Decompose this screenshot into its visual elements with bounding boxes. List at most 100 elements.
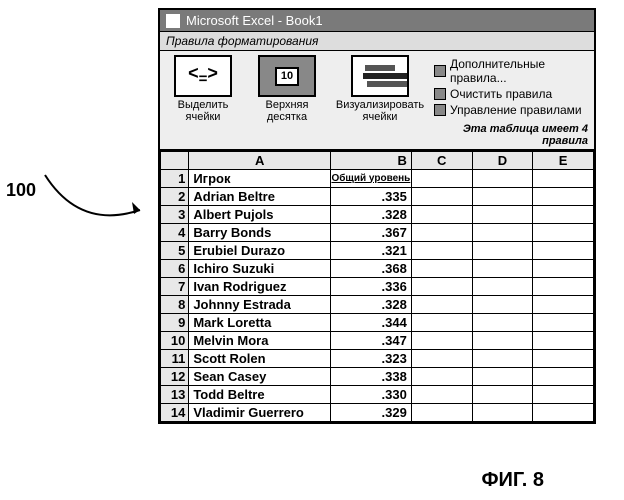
- cell[interactable]: [411, 386, 472, 404]
- spreadsheet-grid[interactable]: A B C D E 1ИгрокОбщий уровень 2Adrian Bel…: [160, 151, 594, 422]
- cell[interactable]: [533, 332, 594, 350]
- cell[interactable]: [472, 170, 533, 188]
- cell[interactable]: [411, 224, 472, 242]
- cell[interactable]: .347: [330, 332, 411, 350]
- cell[interactable]: [472, 368, 533, 386]
- row-header[interactable]: 7: [161, 278, 189, 296]
- cell[interactable]: Scott Rolen: [189, 350, 331, 368]
- cell[interactable]: [472, 188, 533, 206]
- cell[interactable]: [533, 368, 594, 386]
- cell[interactable]: [411, 188, 472, 206]
- highlight-cells-button[interactable]: <=>: [174, 55, 232, 97]
- row-header[interactable]: 5: [161, 242, 189, 260]
- cell[interactable]: .338: [330, 368, 411, 386]
- row-header[interactable]: 9: [161, 314, 189, 332]
- column-header-a[interactable]: A: [189, 152, 331, 170]
- cell[interactable]: Melvin Mora: [189, 332, 331, 350]
- cell[interactable]: .367: [330, 224, 411, 242]
- cell[interactable]: .321: [330, 242, 411, 260]
- visualize-cells-button[interactable]: [351, 55, 409, 97]
- cell[interactable]: [472, 350, 533, 368]
- cell[interactable]: [411, 170, 472, 188]
- row-header[interactable]: 14: [161, 404, 189, 422]
- column-header-b[interactable]: B: [330, 152, 411, 170]
- cell[interactable]: [472, 242, 533, 260]
- cell[interactable]: [533, 404, 594, 422]
- cell[interactable]: [533, 296, 594, 314]
- cell[interactable]: [411, 314, 472, 332]
- cell[interactable]: Sean Casey: [189, 368, 331, 386]
- cell[interactable]: [472, 206, 533, 224]
- cell[interactable]: Vladimir Guerrero: [189, 404, 331, 422]
- cell[interactable]: .328: [330, 296, 411, 314]
- manage-rules-link[interactable]: Управление правилами: [434, 103, 590, 117]
- cell[interactable]: Todd Beltre: [189, 386, 331, 404]
- cell[interactable]: [472, 404, 533, 422]
- cell[interactable]: [533, 314, 594, 332]
- excel-window: Microsoft Excel - Book1 Правила форматир…: [158, 8, 596, 424]
- cell[interactable]: [472, 296, 533, 314]
- select-all-corner[interactable]: [161, 152, 189, 170]
- cell[interactable]: [411, 368, 472, 386]
- cell[interactable]: [533, 188, 594, 206]
- cell[interactable]: [411, 242, 472, 260]
- column-header-c[interactable]: C: [411, 152, 472, 170]
- cell[interactable]: Игрок: [189, 170, 331, 188]
- highlight-cells-label: Выделить ячейки: [164, 99, 242, 123]
- cell[interactable]: Adrian Beltre: [189, 188, 331, 206]
- cell[interactable]: [411, 278, 472, 296]
- cell[interactable]: Albert Pujols: [189, 206, 331, 224]
- cell[interactable]: [533, 224, 594, 242]
- cell[interactable]: [533, 170, 594, 188]
- cell[interactable]: .344: [330, 314, 411, 332]
- cell[interactable]: [472, 278, 533, 296]
- row-header[interactable]: 2: [161, 188, 189, 206]
- cell[interactable]: [472, 314, 533, 332]
- cell[interactable]: [472, 386, 533, 404]
- cell[interactable]: [472, 332, 533, 350]
- cell[interactable]: Barry Bonds: [189, 224, 331, 242]
- cell[interactable]: .328: [330, 206, 411, 224]
- cell[interactable]: [411, 206, 472, 224]
- row-header[interactable]: 3: [161, 206, 189, 224]
- row-header[interactable]: 10: [161, 332, 189, 350]
- cell[interactable]: .323: [330, 350, 411, 368]
- cell[interactable]: [411, 296, 472, 314]
- cell[interactable]: .368: [330, 260, 411, 278]
- cell[interactable]: [533, 260, 594, 278]
- row-header[interactable]: 6: [161, 260, 189, 278]
- cell[interactable]: [472, 224, 533, 242]
- row-header[interactable]: 8: [161, 296, 189, 314]
- more-rules-link[interactable]: Дополнительные правила...: [434, 57, 590, 85]
- cell[interactable]: .329: [330, 404, 411, 422]
- cell[interactable]: Общий уровень: [330, 170, 411, 188]
- cell[interactable]: Ichiro Suzuki: [189, 260, 331, 278]
- cell[interactable]: [472, 260, 533, 278]
- cell[interactable]: [533, 278, 594, 296]
- clear-rules-link[interactable]: Очистить правила: [434, 87, 590, 101]
- column-header-e[interactable]: E: [533, 152, 594, 170]
- cell[interactable]: Mark Loretta: [189, 314, 331, 332]
- row-header[interactable]: 1: [161, 170, 189, 188]
- top-ten-button[interactable]: 10: [258, 55, 316, 97]
- top-ten-icon: 10: [275, 67, 299, 86]
- cell[interactable]: [533, 350, 594, 368]
- row-header[interactable]: 4: [161, 224, 189, 242]
- cell[interactable]: [411, 332, 472, 350]
- cell[interactable]: [411, 260, 472, 278]
- cell[interactable]: Erubiel Durazo: [189, 242, 331, 260]
- column-header-d[interactable]: D: [472, 152, 533, 170]
- cell[interactable]: .335: [330, 188, 411, 206]
- cell[interactable]: Ivan Rodriguez: [189, 278, 331, 296]
- row-header[interactable]: 11: [161, 350, 189, 368]
- cell[interactable]: [411, 404, 472, 422]
- cell[interactable]: [533, 386, 594, 404]
- cell[interactable]: [411, 350, 472, 368]
- cell[interactable]: Johnny Estrada: [189, 296, 331, 314]
- cell[interactable]: .330: [330, 386, 411, 404]
- row-header[interactable]: 13: [161, 386, 189, 404]
- cell[interactable]: [533, 242, 594, 260]
- cell[interactable]: [533, 206, 594, 224]
- row-header[interactable]: 12: [161, 368, 189, 386]
- cell[interactable]: .336: [330, 278, 411, 296]
